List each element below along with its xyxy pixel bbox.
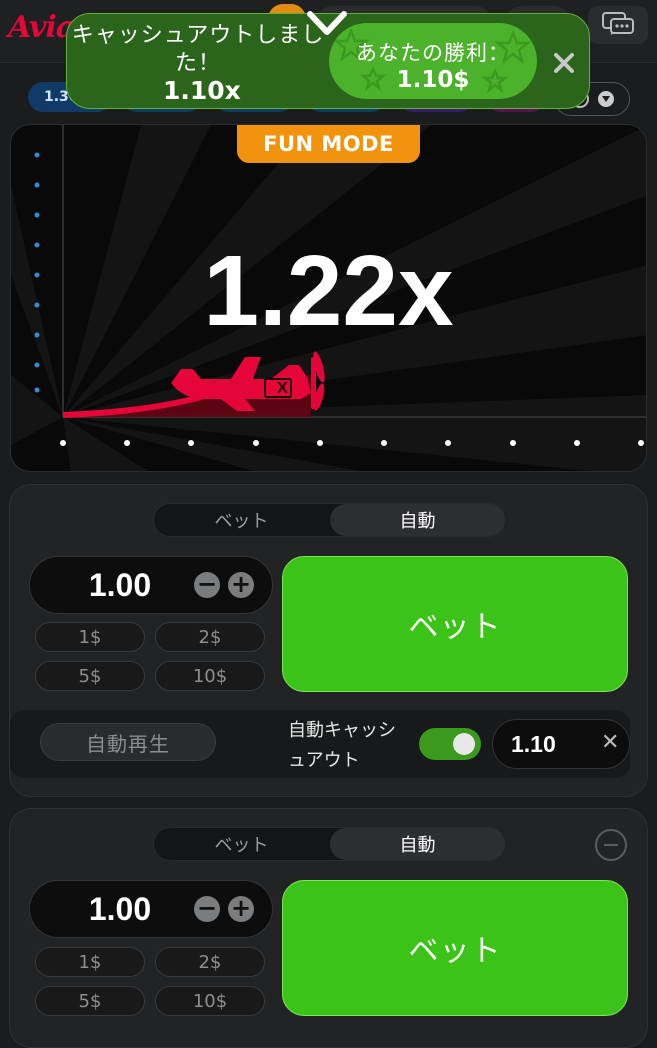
minus-button[interactable]: − xyxy=(194,572,220,598)
tab-bet[interactable]: ベット xyxy=(154,828,329,860)
current-multiplier: 1.22x xyxy=(203,235,454,347)
plus-button[interactable]: + xyxy=(228,572,254,598)
win-amount: 1.10$ xyxy=(396,67,470,93)
close-icon[interactable] xyxy=(549,48,579,78)
auto-cashout-value[interactable]: 1.10 xyxy=(511,720,556,768)
stake-value[interactable]: 1.00 xyxy=(30,557,210,613)
auto-cashout-toggle[interactable] xyxy=(419,728,481,760)
minus-button[interactable]: − xyxy=(194,896,220,922)
toggle-knob xyxy=(453,733,475,755)
svg-text:X: X xyxy=(277,380,288,397)
bet-panel-2: ベット 自動 1.00 − + 1$ 2$ 5$ 10$ ベット xyxy=(9,808,648,1048)
quick-amount-button[interactable]: 1$ xyxy=(35,622,145,652)
tab-auto[interactable]: 自動 xyxy=(330,828,505,860)
chat-button[interactable] xyxy=(588,6,648,44)
chevron-down-icon[interactable] xyxy=(304,6,350,42)
cashout-title: キャッシュアウトしました！ xyxy=(71,23,325,76)
auto-cashout-label: 自動キャッシュアウト xyxy=(288,720,396,771)
tab-bet[interactable]: ベット xyxy=(154,504,329,536)
bet-button[interactable]: ベット xyxy=(282,556,628,692)
clear-icon[interactable]: ✕ xyxy=(601,730,619,755)
plus-button[interactable]: + xyxy=(228,896,254,922)
stake-input[interactable]: 1.00 − + xyxy=(29,880,273,938)
autoplay-button[interactable]: 自動再生 xyxy=(40,723,216,761)
bet-mode-switcher: ベット 自動 xyxy=(153,503,505,537)
quick-amount-button[interactable]: 10$ xyxy=(155,661,265,691)
airplane-icon: X xyxy=(171,351,325,411)
chat-bubbles-icon xyxy=(602,12,634,35)
quick-amount-button[interactable]: 1$ xyxy=(35,947,145,977)
remove-panel-icon[interactable] xyxy=(595,829,627,861)
bet-button[interactable]: ベット xyxy=(282,880,628,1016)
auto-cashout-input[interactable]: 1.10 ✕ xyxy=(492,719,630,769)
bet-mode-switcher: ベット 自動 xyxy=(153,827,505,861)
stake-input[interactable]: 1.00 − + xyxy=(29,556,273,614)
logo: Avia xyxy=(8,10,75,45)
auto-settings-bar: 自動再生 自動キャッシュアウト 1.10 ✕ xyxy=(10,710,630,778)
quick-amount-button[interactable]: 5$ xyxy=(35,986,145,1016)
quick-amount-button[interactable]: 2$ xyxy=(155,622,265,652)
stake-value[interactable]: 1.00 xyxy=(30,881,210,937)
fun-mode-badge: FUN MODE xyxy=(237,125,420,163)
quick-amount-button[interactable]: 10$ xyxy=(155,986,265,1016)
win-label: あなたの勝利： xyxy=(356,41,510,65)
win-amount-box: あなたの勝利： 1.10$ xyxy=(329,23,537,99)
chevron-down-icon xyxy=(598,91,614,107)
quick-amount-button[interactable]: 5$ xyxy=(35,661,145,691)
tab-auto[interactable]: 自動 xyxy=(330,504,505,536)
quick-amount-button[interactable]: 2$ xyxy=(155,947,265,977)
